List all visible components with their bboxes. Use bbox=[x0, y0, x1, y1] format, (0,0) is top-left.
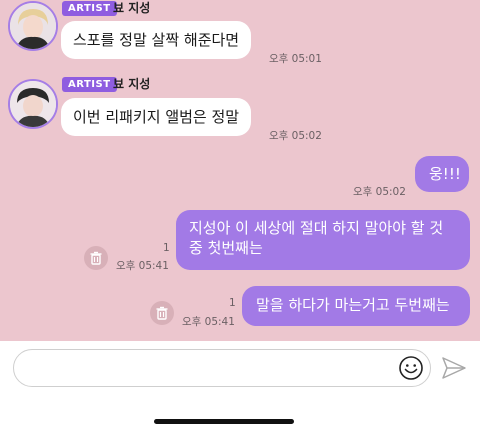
home-indicator bbox=[154, 419, 294, 424]
trash-icon bbox=[156, 306, 168, 320]
paper-plane-icon bbox=[442, 357, 466, 379]
message-timestamp: 오후 05:02 bbox=[269, 130, 322, 142]
artist-badge: ARTIST bbox=[62, 1, 117, 16]
message-text: 말을 하다가 마는거고 두번째는 bbox=[256, 296, 450, 314]
avatar[interactable] bbox=[8, 1, 58, 51]
message-text: 스포를 정말 살짝 해준다면 bbox=[73, 31, 240, 49]
chat-area[interactable]: ARTIST 뵤 지성 스포를 정말 살짝 해준다면 오후 05:01 ARTI… bbox=[0, 0, 480, 341]
message-text: 이번 리패키지 앨범은 정말 bbox=[73, 108, 240, 126]
read-count: 1 bbox=[163, 242, 170, 254]
message-input[interactable] bbox=[13, 349, 431, 387]
message-bubble[interactable]: 이번 리패키지 앨범은 정말 bbox=[61, 98, 252, 136]
read-count: 1 bbox=[229, 297, 236, 309]
message-timestamp: 오후 05:01 bbox=[269, 53, 322, 65]
trash-icon bbox=[90, 251, 102, 265]
sender-name: 뵤 지성 bbox=[113, 1, 151, 15]
message-timestamp: 오후 05:02 bbox=[353, 186, 406, 198]
message-timestamp: 오후 05:41 bbox=[116, 260, 169, 272]
message-bubble[interactable]: 지성아 이 세상에 절대 하지 말아야 할 것 중 첫번째는 bbox=[176, 210, 470, 270]
message-text-line: 지성아 이 세상에 절대 하지 말아야 할 것 bbox=[189, 219, 444, 237]
message-text-line: 중 첫번째는 bbox=[189, 239, 263, 257]
smiley-icon bbox=[399, 356, 423, 380]
message-bubble[interactable]: 스포를 정말 살짝 해준다면 bbox=[61, 21, 252, 59]
message-timestamp: 오후 05:41 bbox=[182, 316, 235, 328]
message-bubble[interactable]: 웅!!! bbox=[415, 156, 469, 192]
sender-name: 뵤 지성 bbox=[113, 77, 151, 91]
emoji-button[interactable] bbox=[398, 355, 424, 381]
avatar[interactable] bbox=[8, 79, 58, 129]
delete-button[interactable] bbox=[150, 301, 174, 325]
input-bar bbox=[0, 341, 480, 433]
message-text: 웅!!! bbox=[429, 165, 461, 183]
message-bubble[interactable]: 말을 하다가 마는거고 두번째는 bbox=[242, 286, 470, 326]
artist-badge: ARTIST bbox=[62, 77, 117, 92]
send-button[interactable] bbox=[440, 355, 468, 381]
delete-button[interactable] bbox=[84, 246, 108, 270]
